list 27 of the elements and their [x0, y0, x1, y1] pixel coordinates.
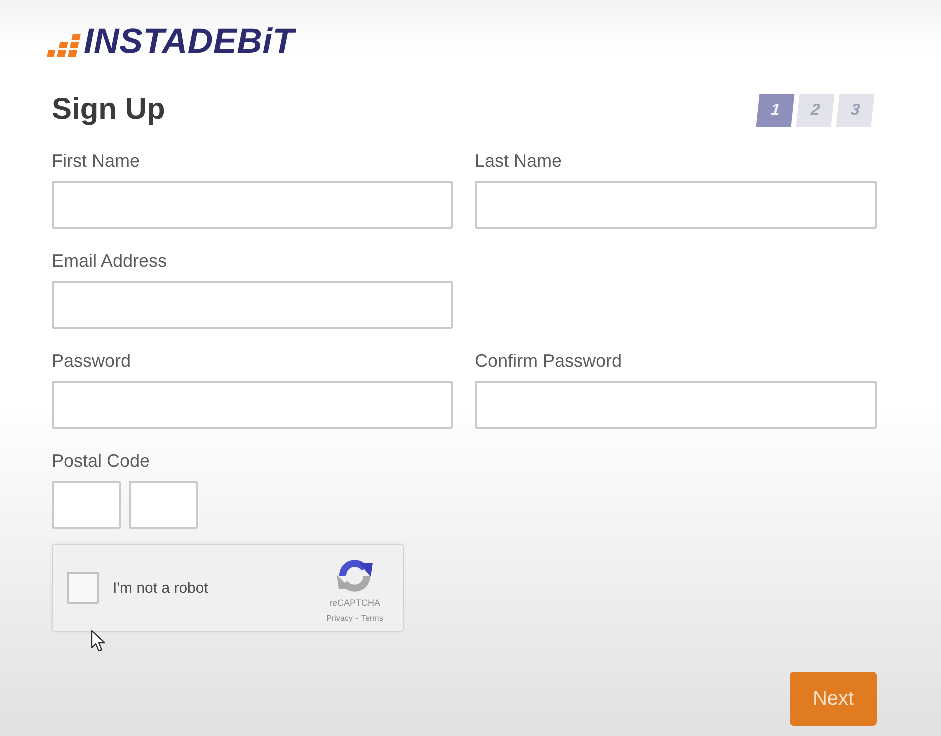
cursor-icon	[91, 630, 106, 652]
step-marker: 3	[836, 94, 875, 126]
field-label: Postal Code	[52, 450, 152, 472]
field-label: Password	[52, 350, 132, 372]
field-label: Last Name	[475, 150, 564, 172]
link-separator: -	[356, 614, 359, 624]
brand-wordmark: INSTADEBiT	[84, 26, 294, 58]
page-title: Sign Up	[52, 92, 166, 128]
captcha-link[interactable]: Privacy	[326, 614, 353, 624]
captcha-brand-text: reCAPTCHA	[329, 598, 380, 608]
input-field[interactable]	[52, 281, 453, 329]
input-field[interactable]	[52, 181, 453, 229]
input-field[interactable]	[475, 181, 877, 229]
field-label: Confirm Password	[475, 350, 624, 372]
input-field[interactable]	[52, 381, 453, 429]
captcha-checkbox[interactable]	[67, 572, 99, 604]
field-label: Email Address	[52, 250, 168, 272]
captcha-link[interactable]: Terms	[362, 614, 384, 624]
postal-code-field[interactable]	[129, 481, 198, 529]
captcha-label: I'm not a robot	[113, 580, 208, 596]
step-marker: 2	[796, 94, 835, 126]
next-button[interactable]: Next	[790, 672, 877, 726]
postal-code-field[interactable]	[52, 481, 121, 529]
step-marker: 1	[756, 94, 795, 126]
logo-icon	[47, 34, 83, 58]
field-label: First Name	[52, 150, 142, 172]
input-field[interactable]	[475, 381, 877, 429]
